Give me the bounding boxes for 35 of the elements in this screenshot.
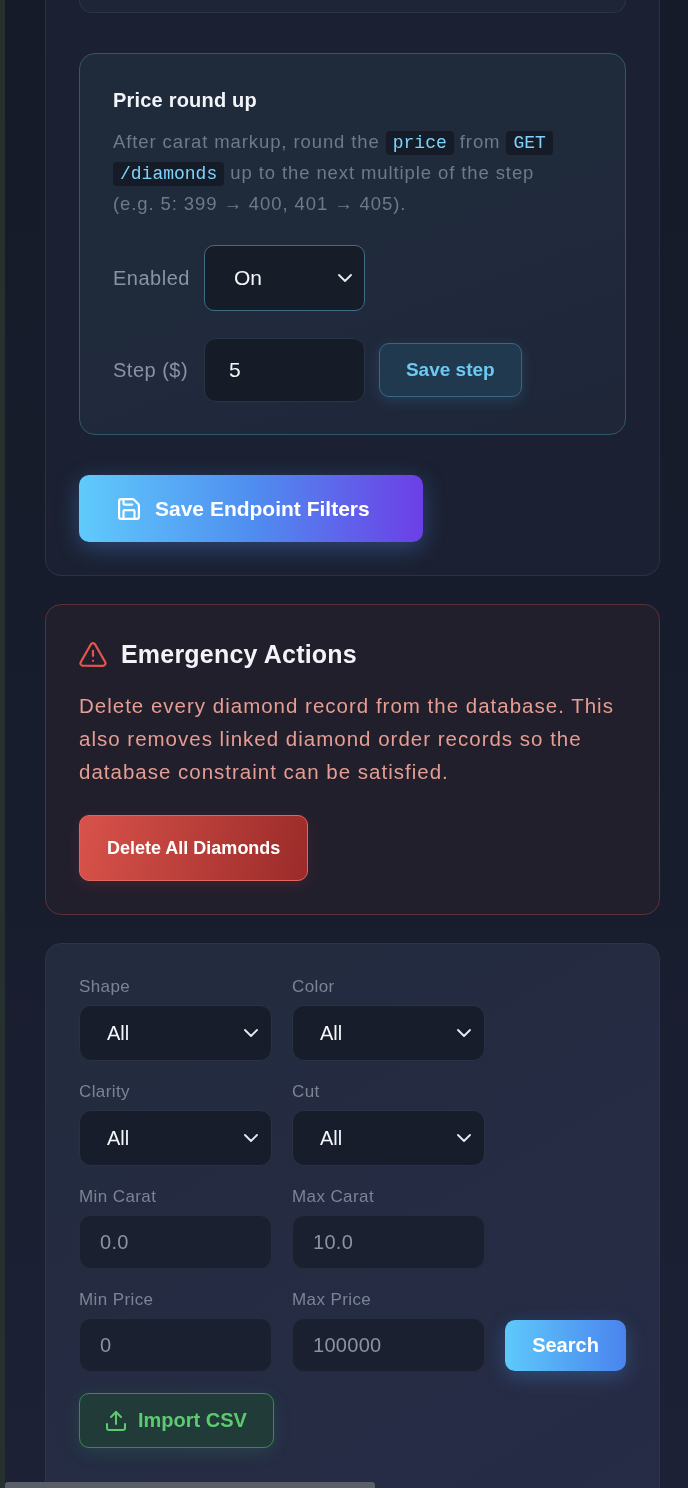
warning-icon (79, 641, 107, 667)
field-label: Min Carat (79, 1187, 158, 1207)
filter-select[interactable]: All (79, 1005, 272, 1061)
field-label: Clarity (79, 1082, 131, 1102)
card-title: Price round up (113, 88, 258, 112)
filter-select[interactable]: All (292, 1005, 485, 1061)
field-label: Min Price (79, 1290, 155, 1310)
input-field[interactable]: 0.0 (79, 1215, 272, 1269)
card-title: Emergency Actions (121, 639, 357, 669)
field-label: Max Price (292, 1290, 373, 1310)
enabled-select[interactable]: On (203, 245, 365, 311)
field-label: Cut (292, 1082, 321, 1102)
delete-all-button[interactable]: Delete All Diamonds (79, 815, 309, 881)
warning-text: Delete every diamond record from the database. This also removes linked diamond order records so the database constraint can be satisfied. (79, 693, 615, 785)
horizontal-scrollbar[interactable] (5, 1482, 375, 1488)
save-step-button[interactable]: Save step (378, 343, 522, 397)
input-field[interactable]: 100000 (292, 1318, 485, 1372)
chevron-down-icon (244, 1134, 258, 1142)
import-csv-button[interactable]: Import CSV (79, 1393, 274, 1448)
field-label: Color (292, 977, 336, 997)
save-icon (118, 497, 140, 520)
chevron-down-icon (337, 274, 352, 282)
step-label: Step ($) (113, 358, 190, 382)
chevron-down-icon (457, 1029, 471, 1037)
input-field[interactable]: 0 (79, 1318, 272, 1372)
enabled-label: Enabled (113, 266, 190, 290)
filter-select[interactable]: All (292, 1110, 485, 1166)
input-field[interactable]: 10.0 (292, 1215, 485, 1269)
chevron-down-icon (244, 1029, 258, 1037)
field-label: Max Carat (292, 1187, 375, 1207)
step-input[interactable]: 5 (203, 338, 365, 402)
filter-select[interactable]: All (79, 1110, 272, 1166)
upload-icon (106, 1410, 126, 1431)
field-label: Shape (79, 977, 132, 997)
chevron-down-icon (457, 1134, 471, 1142)
